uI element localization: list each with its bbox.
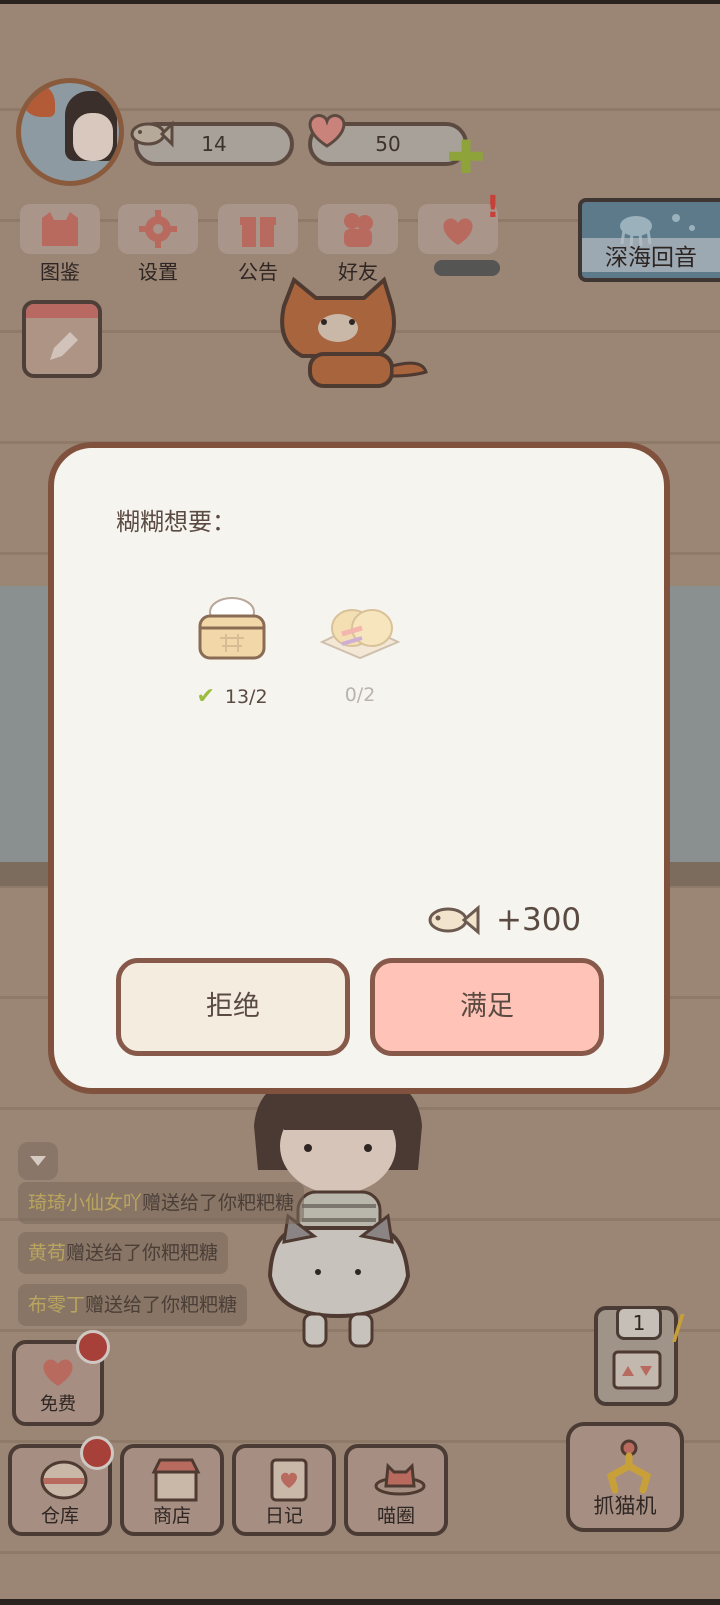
accept-button[interactable]: 满足: [370, 958, 604, 1056]
gift-icon: [240, 217, 276, 247]
menu-label-settings: 设置: [138, 260, 178, 284]
dock-meow-circle[interactable]: 喵圈: [344, 1444, 448, 1536]
chevron-down-icon: [30, 1156, 46, 1166]
player-avatar[interactable]: [16, 78, 124, 186]
menu-indicator: [434, 260, 500, 276]
bottom-edge: [0, 1599, 720, 1605]
dialog-title: 糊糊想要：: [116, 508, 236, 536]
claw-machine-button[interactable]: 抓猫机: [566, 1422, 684, 1532]
claw-icon: [606, 1439, 652, 1494]
dock-shop[interactable]: 商店: [120, 1444, 224, 1536]
orange-cat[interactable]: [272, 276, 432, 400]
claw-ticket-counter: 1: [594, 1306, 678, 1406]
heart-hands-icon: [443, 218, 473, 245]
chat-toggle-button[interactable]: [18, 1142, 58, 1180]
dock-diary[interactable]: 日记: [232, 1444, 336, 1536]
add-currency-button[interactable]: ✚: [446, 134, 486, 180]
want-item: 0/2: [312, 588, 408, 706]
sandwich-icon: [319, 609, 401, 660]
exclamation-icon: /: [672, 1308, 685, 1348]
calendar-button[interactable]: [22, 300, 102, 378]
want-item: ✔ 13/2: [184, 588, 280, 709]
reward-amount: +300: [496, 902, 582, 938]
reject-button[interactable]: 拒绝: [116, 958, 350, 1056]
event-banner[interactable]: 深海回音: [578, 198, 720, 282]
fish-icon: [130, 120, 174, 148]
dock-label-shop: 商店: [152, 1505, 191, 1527]
claw-controls-icon: [612, 1350, 662, 1390]
chat-message: 黄苟赠送给了你粑粑糖: [18, 1232, 229, 1274]
fish-count: 14: [201, 132, 227, 156]
check-icon: ✔: [196, 684, 215, 709]
alert-icon: !: [486, 190, 500, 225]
avatar-face: [73, 113, 113, 161]
menu-collection[interactable]: 图鉴: [20, 204, 100, 284]
item-count: 0/2: [344, 684, 376, 706]
dock-label-warehouse: 仓库: [40, 1505, 79, 1527]
fish-icon: [428, 904, 480, 936]
heart-icon: [43, 1359, 73, 1386]
menu-settings[interactable]: 设置: [118, 204, 198, 284]
notification-dot: [76, 1330, 110, 1364]
dock-label-meow-circle: 喵圈: [376, 1505, 415, 1527]
heart-icon: [308, 114, 346, 148]
top-edge: [0, 0, 720, 4]
diary-icon: [270, 1458, 308, 1502]
cat-planet-icon: [374, 1462, 426, 1496]
request-dialog: 糊糊想要： ✔ 13/2 0/2 +300 拒绝 满足: [48, 442, 670, 1094]
free-button-label: 免费: [40, 1394, 76, 1415]
menu-announcement[interactable]: 公告: [218, 204, 298, 284]
item-count: 13/2: [224, 686, 268, 708]
pencil-icon: [50, 332, 78, 360]
chat-message: 布零丁赠送给了你粑粑糖: [18, 1284, 248, 1326]
claw-machine-label: 抓猫机: [593, 1494, 657, 1518]
steamer-bun-icon: [198, 597, 266, 660]
chat-message: 琦琦小仙女吖赠送给了你粑粑糖: [18, 1182, 305, 1224]
cat-book-icon: [42, 212, 78, 246]
menu-label-collection: 图鉴: [40, 260, 80, 284]
red-panda-ear: [21, 83, 55, 117]
dock-label-diary: 日记: [264, 1505, 303, 1527]
reward: +300: [426, 900, 581, 940]
claw-ticket-count: 1: [616, 1306, 662, 1340]
notification-dot: [80, 1436, 114, 1470]
menu-friends[interactable]: 好友: [318, 204, 398, 284]
event-banner-label: 深海回音: [582, 238, 720, 272]
gear-icon: [139, 210, 177, 248]
friends-icon: [344, 213, 373, 247]
heart-count: 50: [375, 132, 401, 156]
shop-icon: [151, 1458, 201, 1502]
